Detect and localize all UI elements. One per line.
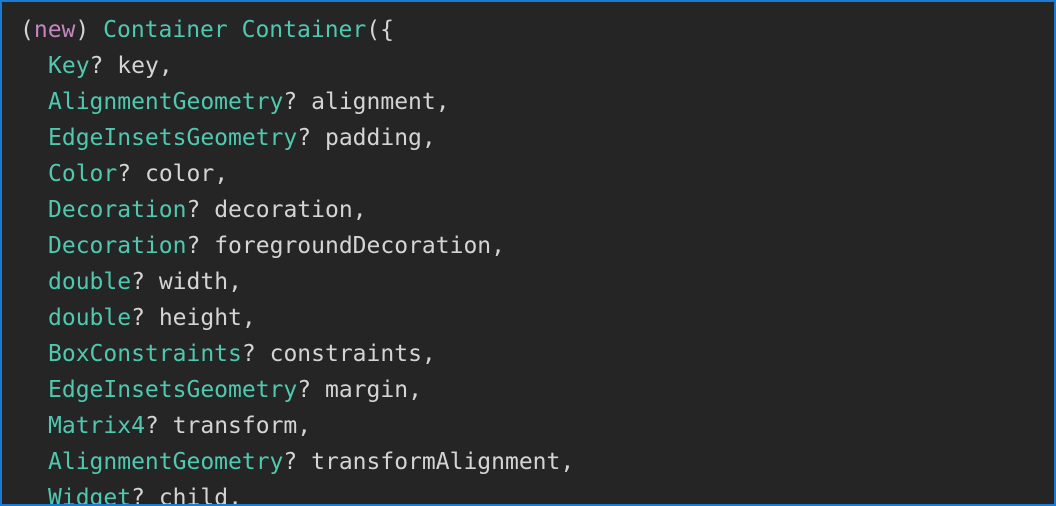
param-type[interactable]: AlignmentGeometry (48, 449, 283, 475)
constructor-name[interactable]: Container (242, 17, 367, 43)
constructor-signature: (new) Container Container({Key? key, Alig… (20, 12, 574, 506)
nullable-marker: ? (186, 197, 201, 223)
param-name: margin (324, 377, 409, 403)
nullable-marker: ? (131, 305, 145, 331)
param-name: transform (172, 413, 298, 439)
param-name: padding (324, 125, 422, 151)
parameter-line: Decoration? foregroundDecoration, (20, 228, 574, 264)
nullable-marker: ? (241, 341, 256, 367)
separator: , (560, 449, 575, 475)
open-brace: ({ (366, 17, 394, 43)
parameter-line: double? height, (20, 300, 574, 336)
param-type[interactable]: Color (48, 161, 117, 187)
separator: , (408, 377, 422, 403)
new-keyword: new (33, 17, 76, 43)
parameter-line: EdgeInsetsGeometry? padding, (20, 120, 574, 156)
parameter-line: Matrix4? transform, (20, 408, 574, 444)
nullable-marker: ? (186, 233, 201, 259)
param-name: alignment (311, 89, 436, 115)
param-type[interactable]: Key (48, 53, 90, 79)
param-name: key (117, 53, 159, 79)
separator: , (421, 125, 436, 151)
separator: , (158, 53, 173, 79)
parameter-line: Color? color, (20, 156, 574, 192)
param-name: child (158, 485, 229, 506)
nullable-marker: ? (117, 161, 132, 187)
nullable-marker: ? (283, 449, 298, 475)
paren-close: ) (75, 17, 90, 43)
parameter-line: AlignmentGeometry? alignment, (20, 84, 574, 120)
param-name: constraints (269, 341, 422, 367)
nullable-marker: ? (89, 53, 104, 79)
parameter-line: Decoration? decoration, (20, 192, 574, 228)
parameter-list: Key? key, AlignmentGeometry? alignment, Ed… (20, 48, 574, 506)
parameter-line: Key? key, (20, 48, 574, 84)
nullable-marker: ? (297, 125, 312, 151)
separator: , (228, 485, 242, 506)
param-type[interactable]: double (48, 269, 131, 295)
signature-header-line: (new) Container Container({ (20, 12, 574, 48)
separator: , (241, 305, 256, 331)
param-type[interactable]: EdgeInsetsGeometry (48, 377, 297, 403)
param-type[interactable]: Matrix4 (48, 413, 145, 439)
param-name: height (158, 305, 242, 331)
param-type[interactable]: AlignmentGeometry (48, 89, 283, 115)
param-name: decoration (214, 197, 353, 223)
nullable-marker: ? (131, 269, 145, 295)
param-name: foregroundDecoration (214, 233, 492, 259)
nullable-marker: ? (297, 377, 312, 403)
parameter-line: AlignmentGeometry? transformAlignment, (20, 444, 574, 480)
code-hover-popup: (new) Container Container({Key? key, Alig… (0, 0, 1056, 506)
separator: , (435, 89, 450, 115)
parameter-line: BoxConstraints? constraints, (20, 336, 574, 372)
param-type[interactable]: BoxConstraints (48, 341, 242, 367)
paren-open: ( (20, 17, 34, 43)
nullable-marker: ? (283, 89, 298, 115)
param-name: color (144, 161, 215, 187)
return-type[interactable]: Container (103, 17, 228, 43)
param-type[interactable]: double (48, 305, 131, 331)
param-type[interactable]: Widget (48, 485, 131, 504)
separator: , (352, 197, 367, 223)
param-type[interactable]: Decoration (48, 197, 186, 223)
param-type[interactable]: Decoration (48, 233, 186, 259)
parameter-line: Widget? child, (20, 480, 574, 506)
separator: , (491, 233, 506, 259)
parameter-line: EdgeInsetsGeometry? margin, (20, 372, 574, 408)
separator: , (228, 269, 242, 295)
param-name: transformAlignment (311, 449, 561, 475)
separator: , (421, 341, 436, 367)
param-type[interactable]: EdgeInsetsGeometry (48, 125, 297, 151)
parameter-line: double? width, (20, 264, 574, 300)
separator: , (214, 161, 229, 187)
nullable-marker: ? (144, 413, 159, 439)
separator: , (297, 413, 312, 439)
param-name: width (158, 269, 229, 295)
nullable-marker: ? (131, 485, 145, 506)
